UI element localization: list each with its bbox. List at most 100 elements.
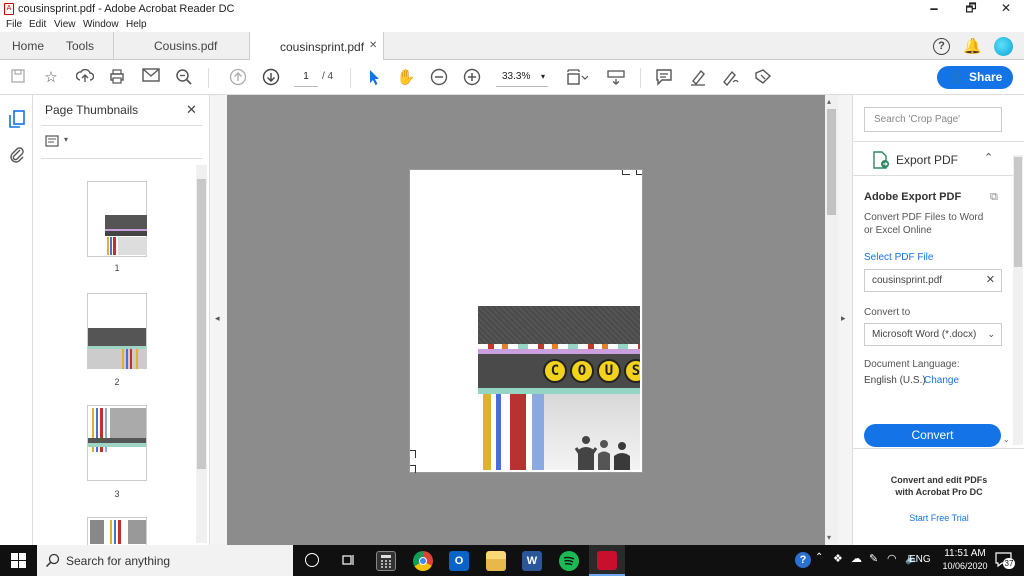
tab-cousinsprint-label: cousinsprint.pdf [280,40,365,54]
taskbar-search-box[interactable]: Search for anything [37,545,293,576]
tools-pane-scrollbar-thumb[interactable] [1014,157,1022,267]
tab-bar: Home Tools Cousins.pdf cousinsprint.pdf … [0,32,1024,61]
menu-view[interactable]: View [54,19,76,30]
help-icon[interactable]: ? [933,38,950,55]
print-icon[interactable] [107,68,127,88]
page-thumbnail-1[interactable] [87,181,147,257]
keyboard-tool-icon[interactable] [606,68,626,88]
zoom-out-icon[interactable] [429,68,449,88]
pen-tray-icon[interactable]: ✎ [869,552,878,565]
highlight-pen-icon[interactable] [688,68,708,88]
close-tab-icon[interactable]: ✕ [369,40,377,51]
comment-icon[interactable] [654,68,674,88]
calculator-app-icon[interactable] [376,551,396,571]
zoom-level-select[interactable]: 33.3% ▾ [496,69,548,87]
clear-file-icon[interactable]: ✕ [986,270,995,291]
save-icon[interactable] [8,68,28,88]
change-language-link[interactable]: Change [924,375,959,386]
chevron-up-icon[interactable]: ⌃ [984,151,993,164]
tab-tools[interactable]: Tools [66,32,94,60]
select-cursor-icon[interactable] [364,68,384,88]
page-thumbnail-3[interactable] [87,405,147,481]
convert-format-select[interactable]: Microsoft Word (*.docx) ⌄ [864,323,1002,346]
upload-cloud-icon[interactable] [75,68,95,88]
notifications-icon[interactable]: 37 [995,552,1015,569]
page-thumbnail-2[interactable] [87,293,147,369]
clock-time[interactable]: 11:51 AM [939,548,991,559]
share-button[interactable]: 👤 Share [937,66,1013,89]
close-panel-icon[interactable]: ✕ [186,102,197,118]
sign-icon[interactable] [720,68,740,88]
scroll-down-arrow-icon[interactable]: ▾ [827,533,831,542]
page-thumbnail-4[interactable] [87,517,147,545]
word-app-icon[interactable]: W [522,551,542,571]
document-scrollbar[interactable]: ▴ ▾ [825,95,838,545]
document-view[interactable]: C O U S [227,95,825,545]
clock-date[interactable]: 10/06/2020 [939,561,991,571]
thumbnail-scrollbar[interactable] [196,165,207,543]
wifi-icon[interactable]: ◠ [887,552,897,565]
tab-cousinsprint[interactable]: cousinsprint.pdf ✕ [249,32,384,61]
export-pdf-header[interactable]: Export PDF [896,153,958,167]
help-tray-icon[interactable]: ? [795,552,811,568]
scroll-up-arrow-icon[interactable]: ▴ [827,97,831,106]
start-free-trial-link[interactable]: Start Free Trial [853,513,1024,523]
export-description-line2: or Excel Online [864,225,932,236]
select-pdf-file-link[interactable]: Select PDF File [864,252,933,263]
file-explorer-icon[interactable] [486,551,506,571]
panel-divider [41,158,203,159]
left-navigation-rail [0,95,33,545]
spotify-app-icon[interactable] [559,551,579,571]
thumbnail-scrollbar-thumb[interactable] [197,179,206,469]
page-thumbnails-icon[interactable] [9,110,25,128]
tray-overflow-icon[interactable]: ⌃ [815,552,823,563]
windows-taskbar: Search for anything O W ? ⌃ ❖ ☁ ✎ ◠ 🔈 EN… [0,545,1024,576]
menu-edit[interactable]: Edit [29,19,46,30]
thumbnail-options-menu[interactable]: ▾ [45,135,73,149]
attachment-paperclip-icon[interactable] [9,146,25,164]
outlook-app-icon[interactable]: O [449,551,469,571]
document-language-label: Document Language: [864,359,960,370]
email-icon[interactable] [141,68,161,88]
chrome-app-icon[interactable] [413,551,433,571]
zoom-in-icon[interactable] [462,68,482,88]
tab-cousins[interactable]: Cousins.pdf [154,32,217,60]
letter-badge-o: O [570,359,594,383]
task-view-icon[interactable] [341,553,355,567]
acrobat-icon: A [4,3,14,15]
language-indicator[interactable]: ENG [909,554,931,565]
page-fit-icon[interactable] [564,68,590,88]
tools-search-input[interactable]: Search 'Crop Page' [864,107,1002,132]
menu-file[interactable]: File [6,19,22,30]
panel-scroll-down-icon[interactable]: ⌄ [1003,435,1010,444]
left-panel-collapse[interactable]: ◂ [210,95,227,545]
avatar[interactable] [994,37,1013,56]
tab-home[interactable]: Home [12,32,44,60]
document-scrollbar-thumb[interactable] [827,109,836,215]
acrobat-taskbar-button[interactable] [589,545,625,576]
restore-button[interactable]: 🗗 [955,0,987,18]
previous-page-icon[interactable] [228,68,248,88]
bookmark-star-icon[interactable]: ☆ [41,68,61,88]
cortana-icon[interactable] [305,553,319,567]
selected-file-field[interactable]: cousinsprint.pdf ✕ [864,269,1002,292]
pdf-page[interactable]: C O U S [409,169,643,473]
page-number-input[interactable]: 1 [294,69,318,87]
minimize-button[interactable]: 🗕 [918,0,950,18]
copy-info-icon[interactable]: ⧉ [990,191,998,204]
right-panel-collapse[interactable]: ▸ [838,95,852,545]
windows-start-icon[interactable] [11,553,26,568]
menu-window[interactable]: Window [83,19,119,30]
search-zoom-icon[interactable] [174,68,194,88]
cloud-icon[interactable]: ☁ [851,552,862,565]
next-page-icon[interactable] [261,68,281,88]
bell-icon[interactable]: 🔔 [963,37,982,55]
convert-button[interactable]: Convert [864,424,1001,447]
promo-line-2: with Acrobat Pro DC [895,487,983,497]
menu-help[interactable]: Help [126,19,147,30]
tools-pane-scrollbar[interactable] [1013,155,1023,445]
fill-sign-icon[interactable] [753,68,773,88]
hand-tool-icon[interactable]: ✋ [396,68,416,88]
dropbox-icon[interactable]: ❖ [833,552,843,565]
close-window-button[interactable]: ✕ [990,0,1022,18]
